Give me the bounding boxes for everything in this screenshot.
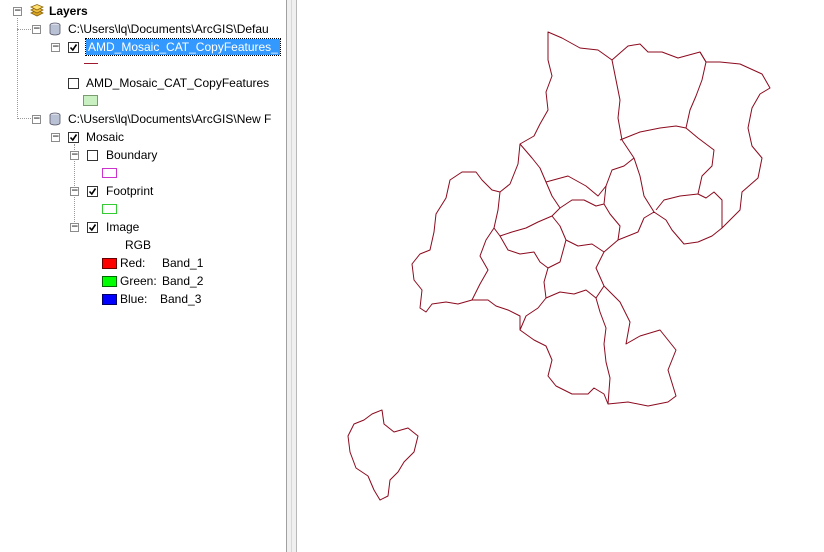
band-legend-red: Red: Band_1 (0, 255, 286, 271)
green-band-swatch (102, 276, 117, 287)
tree-root-layers[interactable]: − Layers (0, 3, 286, 19)
collapse-icon[interactable]: − (70, 187, 79, 196)
tree-group-1[interactable]: − C:\Users\lq\Documents\ArcGIS\Defau (0, 21, 286, 37)
channel-label: Red: (120, 256, 146, 270)
map-canvas[interactable] (297, 0, 824, 552)
blue-band-swatch (102, 294, 117, 305)
layer-visibility-checkbox[interactable] (68, 78, 79, 89)
rgb-legend-title: RGB (125, 238, 152, 252)
district-boundary (493, 215, 553, 237)
district-boundary (499, 235, 567, 269)
tree-group-2[interactable]: − C:\Users\lq\Documents\ArcGIS\New F (0, 111, 286, 127)
band-label: Band_2 (162, 274, 204, 288)
line-symbol-swatch (84, 63, 98, 64)
tree-layer-copyfeatures-1[interactable]: − AMD_Mosaic_CAT_CopyFeatures_ (0, 38, 286, 56)
collapse-icon[interactable]: − (70, 151, 79, 160)
band-legend-blue: Blue: Band_3 (0, 291, 286, 307)
layer-name-selected[interactable]: AMD_Mosaic_CAT_CopyFeatures_ (85, 38, 281, 56)
region-outline (411, 31, 771, 407)
tree-layer-mosaic[interactable]: − Mosaic (0, 129, 286, 145)
channel-label: Blue: (120, 292, 148, 306)
group-2-path: C:\Users\lq\Documents\ArcGIS\New F (68, 112, 272, 126)
district-boundary (559, 199, 605, 209)
district-boundary (685, 51, 723, 228)
layer-name[interactable]: Footprint (106, 183, 153, 199)
layer-visibility-checkbox[interactable] (87, 186, 98, 197)
district-boundary (655, 193, 699, 211)
tree-sublayer-boundary[interactable]: − Boundary (0, 147, 286, 163)
band-label: Band_1 (162, 256, 204, 270)
district-boundary (471, 191, 501, 301)
channel-label: Green: (120, 274, 157, 288)
red-band-swatch (102, 258, 117, 269)
layers-title: Layers (49, 4, 88, 18)
layer-name[interactable]: AMD_Mosaic_CAT_CopyFeatures (86, 75, 269, 91)
layer-name[interactable]: Boundary (106, 147, 157, 163)
district-boundary (611, 59, 655, 213)
layers-stack-icon (30, 4, 44, 17)
layer-name[interactable]: Mosaic (86, 129, 124, 145)
collapse-icon[interactable]: − (32, 115, 41, 124)
layer-name[interactable]: Image (106, 219, 139, 235)
collapse-icon[interactable]: − (32, 25, 41, 34)
database-icon (49, 112, 61, 126)
collapse-icon[interactable]: − (70, 223, 79, 232)
layer-visibility-checkbox[interactable] (87, 150, 98, 161)
pane-splitter[interactable] (286, 0, 297, 552)
district-boundary (551, 215, 605, 253)
district-boundary (619, 125, 687, 141)
boundary-symbol-swatch (102, 168, 117, 178)
footprint-symbol-swatch (102, 204, 117, 214)
layer-visibility-checkbox[interactable] (87, 222, 98, 233)
table-of-contents: − Layers − C:\Users\lq\Documents\ArcGIS\… (0, 0, 286, 552)
map-view[interactable] (297, 0, 824, 552)
district-boundary (603, 157, 635, 241)
district-boundary (519, 297, 547, 331)
collapse-icon[interactable]: − (13, 7, 22, 16)
tree-sublayer-image[interactable]: − Image (0, 219, 286, 235)
district-boundary (543, 267, 605, 299)
district-boundary (545, 175, 607, 197)
collapse-icon[interactable]: − (51, 133, 60, 142)
district-boundary (595, 297, 611, 405)
group-1-path: C:\Users\lq\Documents\ArcGIS\Defau (68, 22, 269, 36)
fill-symbol-swatch (83, 95, 98, 106)
band-label: Band_3 (160, 292, 202, 306)
region-outline (347, 409, 419, 501)
layer-visibility-checkbox[interactable] (68, 132, 79, 143)
database-icon (49, 22, 61, 36)
tree-sublayer-footprint[interactable]: − Footprint (0, 183, 286, 199)
band-legend-green: Green: Band_2 (0, 273, 286, 289)
layer-visibility-checkbox[interactable] (68, 42, 79, 53)
tree-layer-copyfeatures-2[interactable]: AMD_Mosaic_CAT_CopyFeatures (0, 75, 286, 91)
collapse-icon[interactable]: − (51, 43, 60, 52)
